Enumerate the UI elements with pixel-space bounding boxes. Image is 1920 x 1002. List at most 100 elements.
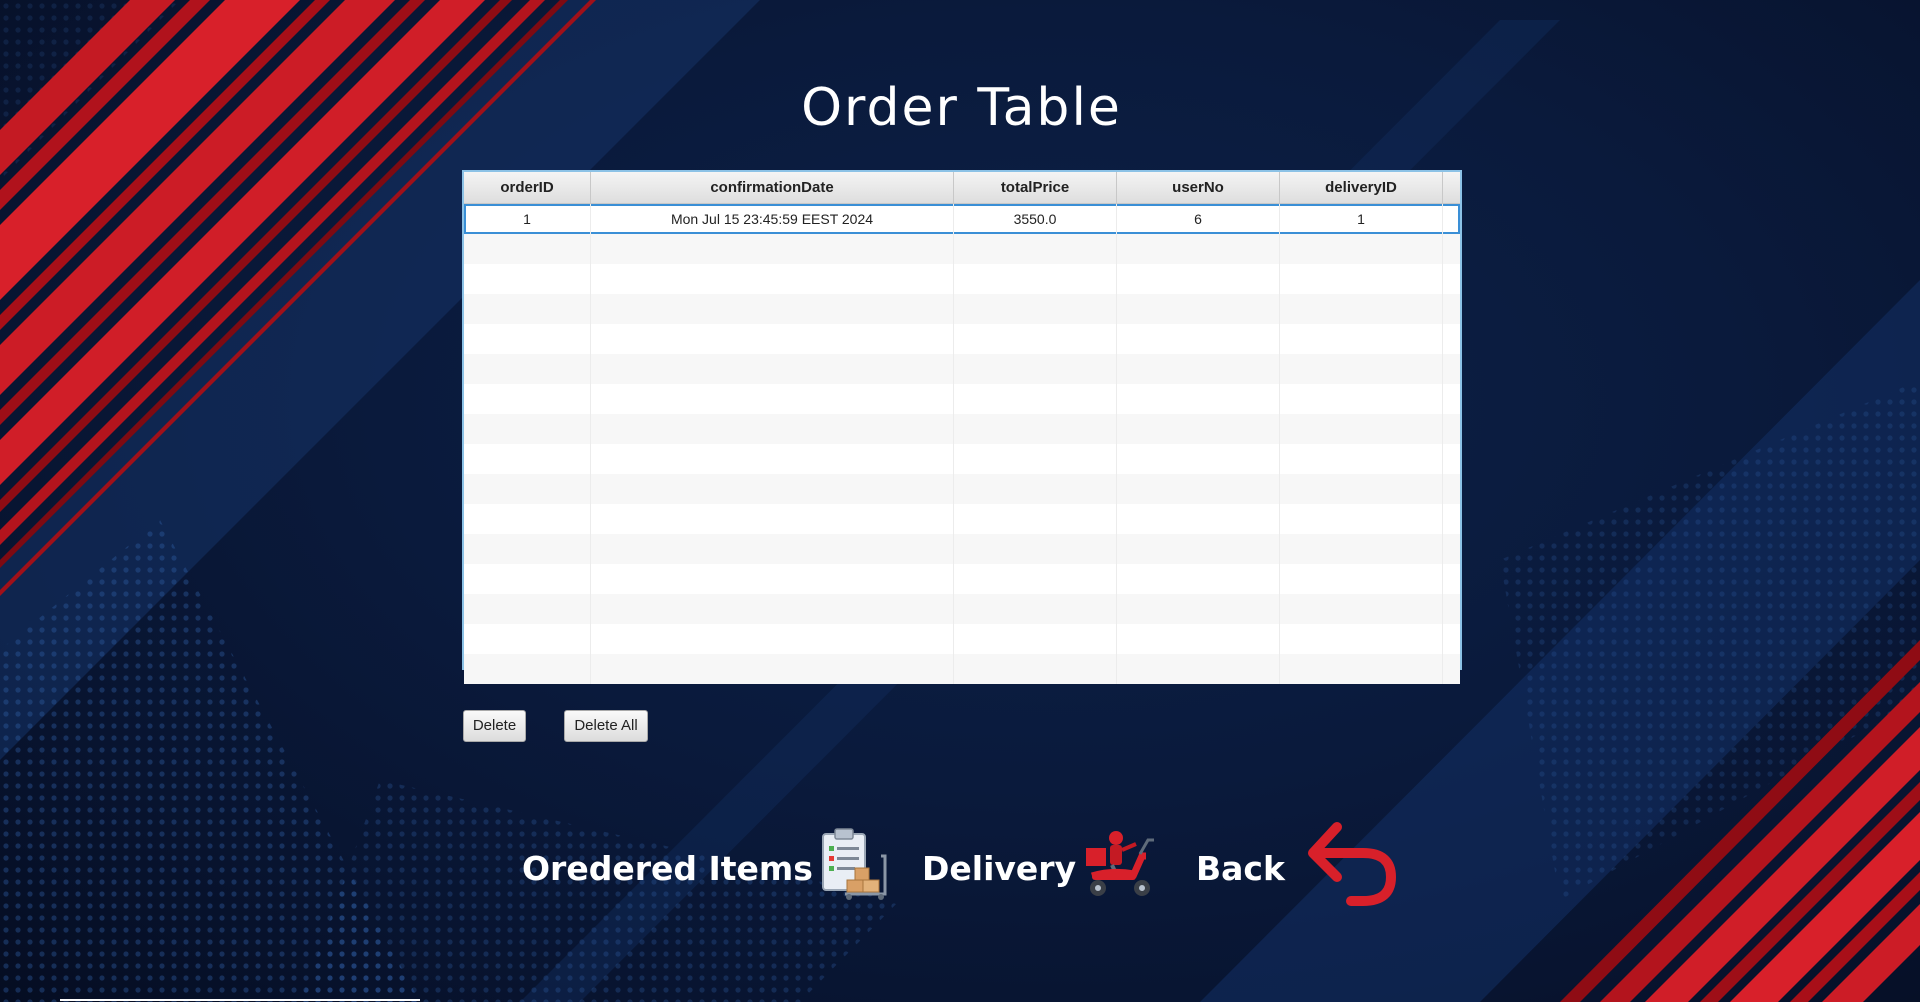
table-row[interactable]: 1 Mon Jul 15 23:45:59 EEST 2024 3550.0 6… <box>464 204 1460 234</box>
empty-cell <box>464 414 591 444</box>
empty-cell <box>591 504 954 534</box>
empty-cell <box>464 324 591 354</box>
empty-cell <box>464 534 591 564</box>
table-row-empty[interactable] <box>464 594 1460 624</box>
back-button[interactable]: Back <box>1196 822 1399 908</box>
cell-orderid: 1 <box>464 204 591 234</box>
empty-cell <box>464 234 591 264</box>
empty-cell <box>464 474 591 504</box>
column-header-totalprice[interactable]: totalPrice <box>954 172 1117 204</box>
table-row-empty[interactable] <box>464 324 1460 354</box>
empty-cell <box>1117 474 1280 504</box>
empty-cell <box>591 444 954 474</box>
empty-cell <box>954 594 1117 624</box>
table-row-empty[interactable] <box>464 534 1460 564</box>
table-row-empty[interactable] <box>464 294 1460 324</box>
empty-cell <box>1280 594 1443 624</box>
table-row-empty[interactable] <box>464 354 1460 384</box>
empty-cell <box>1280 624 1443 654</box>
empty-cell <box>464 294 591 324</box>
cell-totalprice: 3550.0 <box>954 204 1117 234</box>
delete-all-button[interactable]: Delete All <box>564 710 648 742</box>
empty-cell <box>591 354 954 384</box>
empty-cell <box>954 294 1117 324</box>
empty-cell <box>954 234 1117 264</box>
empty-cell <box>954 414 1117 444</box>
column-header-confirmationdate[interactable]: confirmationDate <box>591 172 954 204</box>
table-row-empty[interactable] <box>464 234 1460 264</box>
empty-cell <box>464 624 591 654</box>
empty-cell <box>591 564 954 594</box>
table-row-empty[interactable] <box>464 564 1460 594</box>
window-bottom-edge <box>60 999 420 1001</box>
empty-cell <box>1280 504 1443 534</box>
table-row-empty[interactable] <box>464 504 1460 534</box>
table-row-empty[interactable] <box>464 444 1460 474</box>
empty-cell <box>591 474 954 504</box>
empty-cell <box>1117 324 1280 354</box>
empty-cell <box>954 474 1117 504</box>
delete-button[interactable]: Delete <box>463 710 526 742</box>
empty-cell <box>1280 234 1443 264</box>
empty-cell <box>1280 384 1443 414</box>
column-header-userno[interactable]: userNo <box>1117 172 1280 204</box>
empty-cell <box>591 654 954 684</box>
empty-cell <box>954 504 1117 534</box>
empty-cell <box>464 384 591 414</box>
table-row-empty[interactable] <box>464 624 1460 654</box>
back-label: Back <box>1196 848 1285 888</box>
empty-cell <box>1117 234 1280 264</box>
cell-userno: 6 <box>1117 204 1280 234</box>
empty-cell <box>591 534 954 564</box>
empty-cell <box>954 264 1117 294</box>
empty-cell <box>464 594 591 624</box>
empty-cell <box>464 354 591 384</box>
empty-cell <box>954 444 1117 474</box>
column-header-orderid[interactable]: orderID <box>464 172 591 204</box>
column-header-deliveryid[interactable]: deliveryID <box>1280 172 1443 204</box>
column-header-filler <box>1443 172 1460 204</box>
empty-cell <box>1117 294 1280 324</box>
empty-cell <box>1280 294 1443 324</box>
empty-cell <box>591 414 954 444</box>
empty-cell <box>1117 594 1280 624</box>
table-row-empty[interactable] <box>464 414 1460 444</box>
empty-cell <box>1280 444 1443 474</box>
table-row-empty[interactable] <box>464 474 1460 504</box>
empty-cell <box>591 324 954 354</box>
table-body: 1 Mon Jul 15 23:45:59 EEST 2024 3550.0 6… <box>464 204 1460 684</box>
empty-cell <box>954 354 1117 384</box>
empty-cell <box>954 534 1117 564</box>
empty-cell <box>1117 414 1280 444</box>
empty-cell <box>1280 474 1443 504</box>
empty-cell <box>1280 324 1443 354</box>
empty-cell <box>1117 534 1280 564</box>
empty-cell <box>591 594 954 624</box>
page-title: Order Table <box>801 78 1122 138</box>
empty-cell <box>1280 264 1443 294</box>
empty-cell <box>1280 354 1443 384</box>
empty-cell <box>1280 534 1443 564</box>
cell-confirmationdate: Mon Jul 15 23:45:59 EEST 2024 <box>591 204 954 234</box>
ordered-items-button[interactable]: Oredered Items <box>522 828 895 908</box>
table-row-empty[interactable] <box>464 384 1460 414</box>
empty-cell <box>954 564 1117 594</box>
table-header: orderID confirmationDate totalPrice user… <box>464 172 1460 204</box>
empty-cell <box>464 654 591 684</box>
empty-cell <box>954 654 1117 684</box>
delivery-button[interactable]: Delivery <box>922 828 1162 908</box>
ordered-items-label: Oredered Items <box>522 848 813 888</box>
empty-cell <box>954 384 1117 414</box>
empty-cell <box>1117 564 1280 594</box>
table-row-empty[interactable] <box>464 654 1460 684</box>
empty-cell <box>464 444 591 474</box>
order-table[interactable]: orderID confirmationDate totalPrice user… <box>462 170 1462 684</box>
delivery-label: Delivery <box>922 848 1077 888</box>
empty-cell <box>954 624 1117 654</box>
back-arrow-icon <box>1307 821 1399 915</box>
empty-cell <box>1117 354 1280 384</box>
empty-cell <box>1280 414 1443 444</box>
empty-cell <box>1117 504 1280 534</box>
table-row-empty[interactable] <box>464 264 1460 294</box>
empty-cell <box>1117 444 1280 474</box>
